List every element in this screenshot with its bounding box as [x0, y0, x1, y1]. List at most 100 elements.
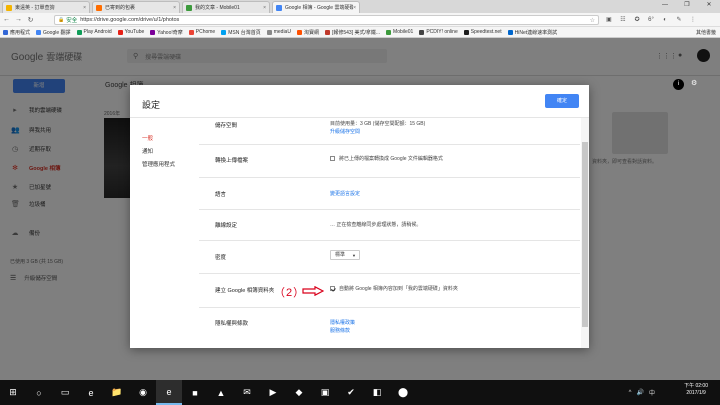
taskbar-app-icon[interactable]: ◧ [364, 380, 390, 405]
other-bookmarks[interactable]: 其他書籤 [696, 29, 716, 36]
back-button[interactable]: ← [1, 16, 12, 23]
checkbox-label: 將已上傳的檔案轉換成 Google 文件編輯器格式 [339, 156, 443, 162]
bookmark-label: PCDIY! online [426, 29, 458, 35]
taskbar-app-icon[interactable]: e [78, 380, 104, 405]
bookmark-item[interactable]: PChome [188, 29, 215, 35]
bookmark-item[interactable]: PCDIY! online [419, 29, 458, 35]
taskbar-app-icon[interactable]: ▲ [208, 380, 234, 405]
bookmark-label: HiNet連線速率測試 [514, 29, 558, 36]
extension-icon[interactable]: ✪ [632, 15, 642, 25]
url-text[interactable]: https://drive.google.com/drive/u/1/photo… [80, 17, 179, 23]
extension-icon[interactable]: ✎ [674, 15, 684, 25]
extension-icon[interactable]: ☷ [618, 15, 628, 25]
taskbar-app-icon[interactable]: ○ [26, 380, 52, 405]
row-label: 離線設定 [215, 223, 238, 229]
bookmark-item[interactable]: Speedtest.net [463, 29, 502, 35]
bookmark-label: mediaU [273, 29, 291, 35]
taskbar-app-icon[interactable]: ◆ [286, 380, 312, 405]
maximize-button[interactable]: ❐ [676, 0, 698, 12]
taskbar-app-icon[interactable]: ✔ [338, 380, 364, 405]
minimize-button[interactable]: — [654, 0, 676, 12]
done-button[interactable]: 確定 [545, 94, 579, 108]
taskbar-app-icon[interactable]: ✉ [234, 380, 260, 405]
tab-close-icon[interactable]: × [353, 5, 356, 11]
reload-button[interactable]: ↻ [25, 16, 36, 24]
bookmark-favicon-icon [188, 29, 194, 35]
browser-tab[interactable]: 已寄到的包裹 × [92, 1, 180, 13]
taskbar-app-icon[interactable]: ▶ [260, 380, 286, 405]
taskbar-app-icon[interactable]: ⬤ [390, 380, 416, 405]
taskbar-app-icon[interactable]: ■ [182, 380, 208, 405]
browser-tab[interactable]: 我的文章 - Mobile01 × [182, 1, 270, 13]
tab-close-icon[interactable]: × [173, 5, 176, 11]
taskbar-app-icon[interactable]: e [156, 380, 182, 405]
tray-icon[interactable]: ^ [629, 390, 632, 396]
start-button[interactable]: ⊞ [0, 380, 26, 405]
bookmark-item[interactable]: 應用程式 [3, 29, 30, 36]
extension-icon[interactable]: ◐ [660, 15, 670, 25]
upgrade-storage-link[interactable]: 升級儲存空間 [330, 128, 360, 135]
tab-close-icon[interactable]: × [83, 5, 86, 11]
browser-tab[interactable]: 東遠英 - 訂單查詢 × [2, 1, 90, 13]
bookmark-item[interactable]: Play Android [76, 29, 112, 35]
taskbar-app-icon[interactable]: ▣ [312, 380, 338, 405]
bookmark-item[interactable]: Mobile01 [386, 29, 413, 35]
bookmark-label: MSN 台灣首頁 [228, 29, 261, 36]
bookmark-label: Yahoo!奇摩 [157, 29, 183, 36]
bookmark-item[interactable]: [報修543] 美式/拿鐵... [324, 29, 380, 36]
bookmark-item[interactable]: YouTube [117, 29, 144, 35]
favicon-icon [186, 4, 192, 11]
bookmark-item[interactable]: 淘寶網 [296, 29, 319, 36]
row-label: 隱私權與條款 [215, 321, 249, 327]
settings-nav-notifications[interactable]: 通知 [142, 147, 153, 155]
taskbar-app-icon[interactable]: ▭ [52, 380, 78, 405]
tab-close-icon[interactable]: × [263, 5, 266, 11]
favicon-icon [276, 4, 282, 11]
bookmark-item[interactable]: Yahoo!奇摩 [150, 29, 183, 36]
favicon-icon [96, 4, 102, 11]
info-icon[interactable]: i [673, 79, 684, 90]
photos-folder-checkbox[interactable]: 自動將 Google 相簿內容加到「我的雲端硬碟」資料夾 [330, 285, 458, 292]
clock-date: 2017/1/9 [686, 390, 706, 396]
extension-icon[interactable]: ▣ [604, 15, 614, 25]
bookmark-favicon-icon [296, 29, 302, 35]
privacy-policy-link[interactable]: 隱私權政策 [330, 319, 355, 326]
menu-icon[interactable]: ⋮ [688, 15, 698, 25]
taskbar-clock[interactable]: 下午 02:00 2017/1/9 [684, 383, 708, 397]
bookmark-label: 應用程式 [10, 29, 31, 36]
checkbox-icon[interactable] [330, 156, 335, 162]
address-bar[interactable]: 🔒 安全 https://drive.google.com/drive/u/1/… [54, 15, 599, 25]
forward-button[interactable]: → [13, 16, 24, 23]
bookmark-favicon-icon [150, 29, 156, 35]
clock-time: 下午 02:00 [684, 383, 708, 389]
taskbar-app-icon[interactable]: 📁 [104, 380, 130, 405]
bookmark-item[interactable]: HiNet連線速率測試 [507, 29, 558, 36]
bookmark-favicon-icon [3, 29, 8, 35]
weather-extension[interactable]: 6° [646, 15, 656, 25]
density-select[interactable]: 標準 ▼ [330, 250, 360, 260]
tab-title: 我的文章 - Mobile01 [195, 5, 240, 11]
row-label: 建立 Google 相簿資料夾 [215, 288, 275, 294]
change-language-link[interactable]: 變更語言設定 [330, 190, 360, 197]
checkbox-icon[interactable] [330, 286, 335, 292]
tray-icon[interactable]: 🔊 [637, 389, 644, 396]
close-window-button[interactable]: ✕ [698, 0, 720, 12]
settings-row-density: 密度 標準 ▼ [199, 240, 580, 273]
dropdown-arrow-icon: ▼ [352, 253, 356, 258]
bookmark-star-icon[interactable]: ☆ [590, 17, 595, 24]
settings-dialog: 設定 確定 一般 通知 管理應用程式 儲存空間 目前使用量：3 GB (儲存空間… [130, 85, 589, 348]
tray-icon[interactable]: 中 [649, 388, 655, 397]
settings-nav-manage-apps[interactable]: 管理應用程式 [142, 160, 175, 168]
browser-tab-active[interactable]: Google 相簿 - Google 雲端硬碟 × [272, 1, 360, 13]
settings-nav-general[interactable]: 一般 [142, 134, 153, 142]
terms-link[interactable]: 服務條款 [330, 327, 350, 334]
scrollbar-thumb[interactable] [582, 142, 588, 327]
convert-uploads-checkbox[interactable]: 將已上傳的檔案轉換成 Google 文件編輯器格式 [330, 155, 443, 162]
bookmark-item[interactable]: Google 翻譯 [36, 29, 71, 36]
taskbar-app-icon[interactable]: ◉ [130, 380, 156, 405]
bookmark-item[interactable]: mediaU [266, 29, 291, 35]
tab-strip: 東遠英 - 訂單查詢 × 已寄到的包裹 × 我的文章 - Mobile01 × … [0, 0, 720, 13]
bookmark-item[interactable]: MSN 台灣首頁 [221, 29, 261, 36]
settings-gear-icon[interactable]: ⚙ [691, 79, 697, 90]
dialog-title: 設定 [142, 100, 161, 110]
